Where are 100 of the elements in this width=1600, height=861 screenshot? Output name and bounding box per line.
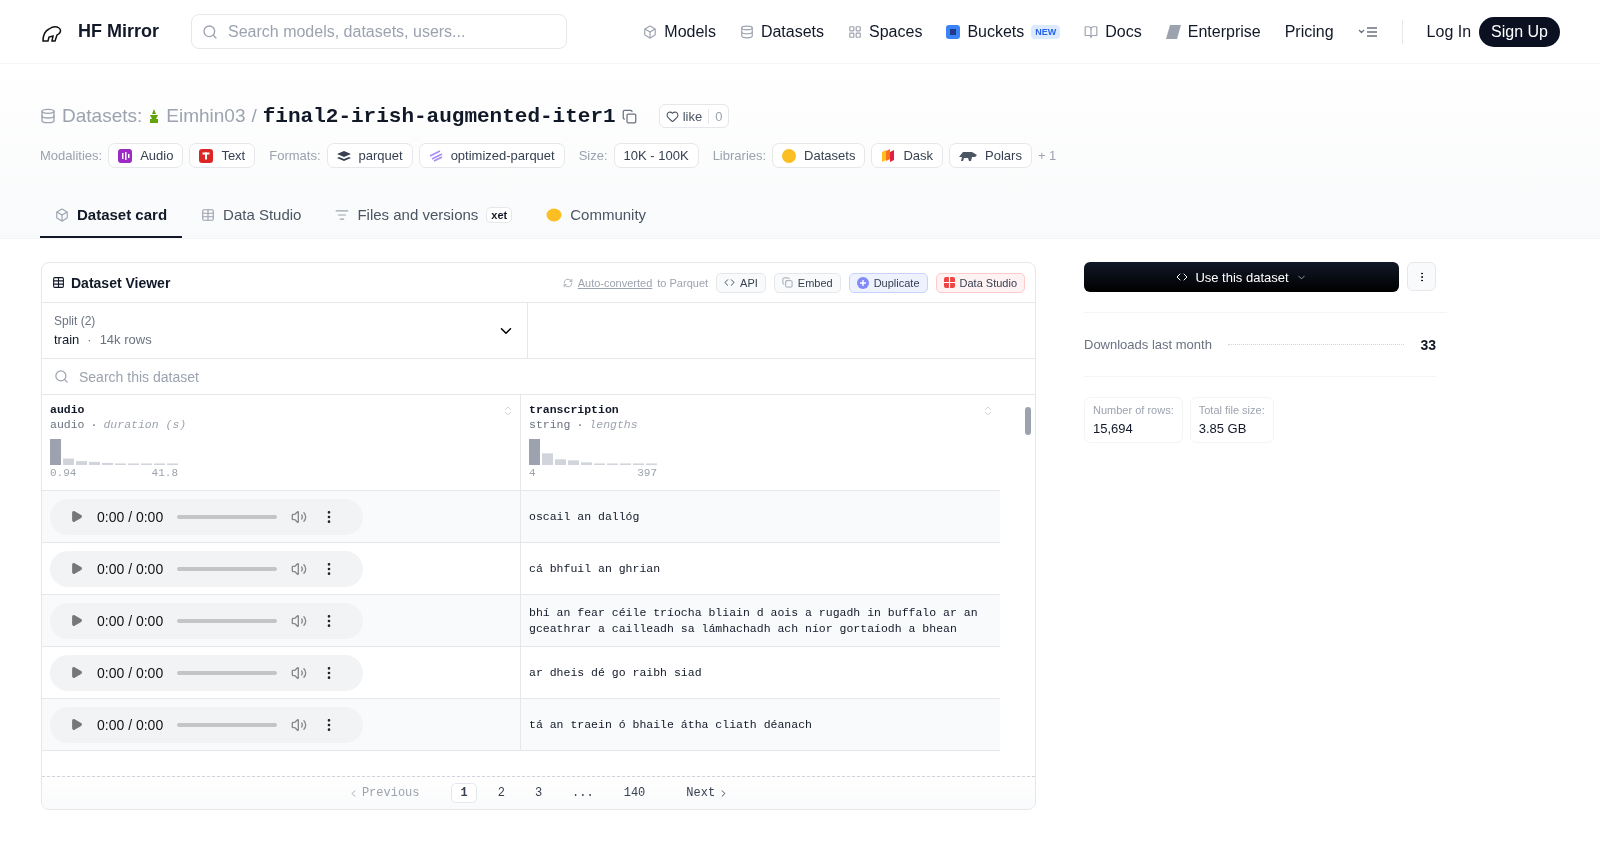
tag[interactable]: 10K - 100K <box>613 143 699 168</box>
volume-icon[interactable] <box>291 560 308 577</box>
play-icon[interactable] <box>70 718 83 731</box>
progress-track[interactable] <box>177 670 278 675</box>
table-cell: oscail an dallóg <box>529 508 640 525</box>
stat-value: 15,694 <box>1093 421 1134 436</box>
tag[interactable]: Polars <box>949 143 1032 168</box>
tag[interactable]: parquet <box>326 143 413 168</box>
range-min: 0.94 <box>50 467 77 479</box>
volume-icon[interactable] <box>291 716 308 733</box>
like-count: 0 <box>708 108 729 124</box>
page-link[interactable]: 3 <box>525 783 552 803</box>
action-button[interactable]: API <box>716 272 766 293</box>
nav-link[interactable]: Spaces <box>848 22 923 41</box>
table-icon <box>52 276 65 289</box>
table-cell: ar dheis dé go raibh siad <box>529 664 702 681</box>
range-min: 4 <box>529 467 536 479</box>
signup-button[interactable]: Sign Up <box>1479 16 1560 47</box>
stat-label: Number of rows: <box>1093 404 1174 416</box>
tag-group-label: Libraries: <box>712 148 767 163</box>
type-separator: · <box>90 418 98 431</box>
audio-player[interactable]: 0:00 / 0:00 <box>50 498 363 535</box>
menu-icon[interactable] <box>1357 25 1378 38</box>
search-icon <box>54 369 69 384</box>
play-icon[interactable] <box>70 614 83 627</box>
split-value: train <box>54 332 80 347</box>
search-icon <box>202 23 218 40</box>
tab[interactable]: Files and versions xet <box>320 194 528 238</box>
audio-player[interactable]: 0:00 / 0:00 <box>50 654 363 691</box>
progress-track[interactable] <box>177 566 278 571</box>
section-label: Datasets: <box>62 105 143 127</box>
tag[interactable]: Text <box>189 143 256 168</box>
split-separator: · <box>87 332 92 347</box>
dataset-search-box[interactable]: Search this dataset <box>42 359 1035 395</box>
refresh-icon <box>562 277 573 288</box>
progress-track[interactable] <box>177 618 278 623</box>
column-type: string <box>529 418 571 431</box>
action-button[interactable]: Embed <box>773 272 841 293</box>
xet-badge: xet <box>486 206 513 223</box>
cube-icon <box>643 24 658 39</box>
tag[interactable]: Dask <box>871 143 944 168</box>
search-field[interactable]: Search models, datasets, users... <box>226 21 556 42</box>
action-button[interactable]: Data Studio <box>935 272 1025 293</box>
tab[interactable]: Community <box>531 194 662 238</box>
progress-track[interactable] <box>177 722 278 727</box>
play-icon[interactable] <box>70 666 83 679</box>
play-icon[interactable] <box>70 562 83 575</box>
volume-icon[interactable] <box>291 508 308 525</box>
book-icon <box>1084 24 1099 39</box>
audio-player[interactable]: 0:00 / 0:00 <box>50 706 363 743</box>
progress-track[interactable] <box>177 514 278 519</box>
code-icon <box>724 277 736 288</box>
database-icon <box>40 108 56 124</box>
page-link[interactable]: 2 <box>488 783 514 803</box>
copy-icon[interactable] <box>621 108 637 124</box>
tag-group-label: Formats: <box>269 148 321 163</box>
volume-icon[interactable] <box>291 612 308 629</box>
nav-link[interactable]: Docs <box>1084 22 1142 41</box>
stat-value: 3.85 GB <box>1198 421 1248 436</box>
avatar-icon <box>148 109 161 123</box>
stripes-icon <box>428 149 443 162</box>
page-link[interactable]: 1 <box>451 783 477 803</box>
tab[interactable]: Dataset card <box>40 194 183 238</box>
use-dataset-button[interactable]: Use this dataset <box>1084 262 1399 292</box>
tag-group-label: Modalities: <box>40 148 103 163</box>
audio-player[interactable]: 0:00 / 0:00 <box>50 550 363 587</box>
nav-link[interactable]: Pricing <box>1284 22 1334 41</box>
search-box[interactable]: Search models, datasets, users... <box>191 14 567 49</box>
plus-circle-icon <box>856 276 869 289</box>
play-icon[interactable] <box>70 510 83 523</box>
parallelogram-icon <box>1165 24 1181 39</box>
tag[interactable]: Datasets <box>772 143 866 168</box>
volume-icon[interactable] <box>291 664 308 681</box>
page-link[interactable]: ... <box>563 783 603 803</box>
tab[interactable]: Data Studio <box>186 194 317 238</box>
login-link[interactable]: Log In <box>1426 22 1472 41</box>
tag[interactable]: optimized-parquet <box>418 143 565 168</box>
table-cell: tá an traein ó bhaile átha cliath déanach <box>529 716 812 733</box>
tag-group-label: Size: <box>578 148 608 163</box>
brand-name[interactable]: HF Mirror <box>78 21 159 42</box>
grid-icon <box>848 24 862 39</box>
action-button[interactable]: Duplicate <box>848 272 928 293</box>
nav-link[interactable]: Buckets NEW <box>946 22 1061 41</box>
page-link[interactable]: 140 <box>614 783 655 803</box>
column-type: audio <box>50 418 85 431</box>
next-link[interactable]: Next <box>677 783 739 803</box>
like-button[interactable]: like 0 <box>658 104 730 128</box>
split-rows: 14k rows <box>99 332 152 347</box>
column-name: audio <box>50 403 85 416</box>
nav-link[interactable]: Enterprise <box>1165 22 1261 41</box>
square-icon <box>946 24 961 39</box>
column-stat: duration (s) <box>103 418 187 431</box>
nav-link[interactable]: Models <box>643 22 716 41</box>
dataset-search-field[interactable]: Search this dataset <box>77 367 1023 386</box>
audio-player[interactable]: 0:00 / 0:00 <box>50 602 363 639</box>
table-icon <box>201 207 216 222</box>
table-cell-text: bhí an fear céile tríocha bliain d aois a rugadh in buffalo ar an gceathrar a cailleadh sa lámhachadh ach níor gortaíodh a bhean <box>529 604 979 637</box>
converted-note: to Parquet <box>657 276 709 289</box>
nav-link[interactable]: Datasets <box>739 22 824 41</box>
tag[interactable]: Audio <box>108 143 184 168</box>
